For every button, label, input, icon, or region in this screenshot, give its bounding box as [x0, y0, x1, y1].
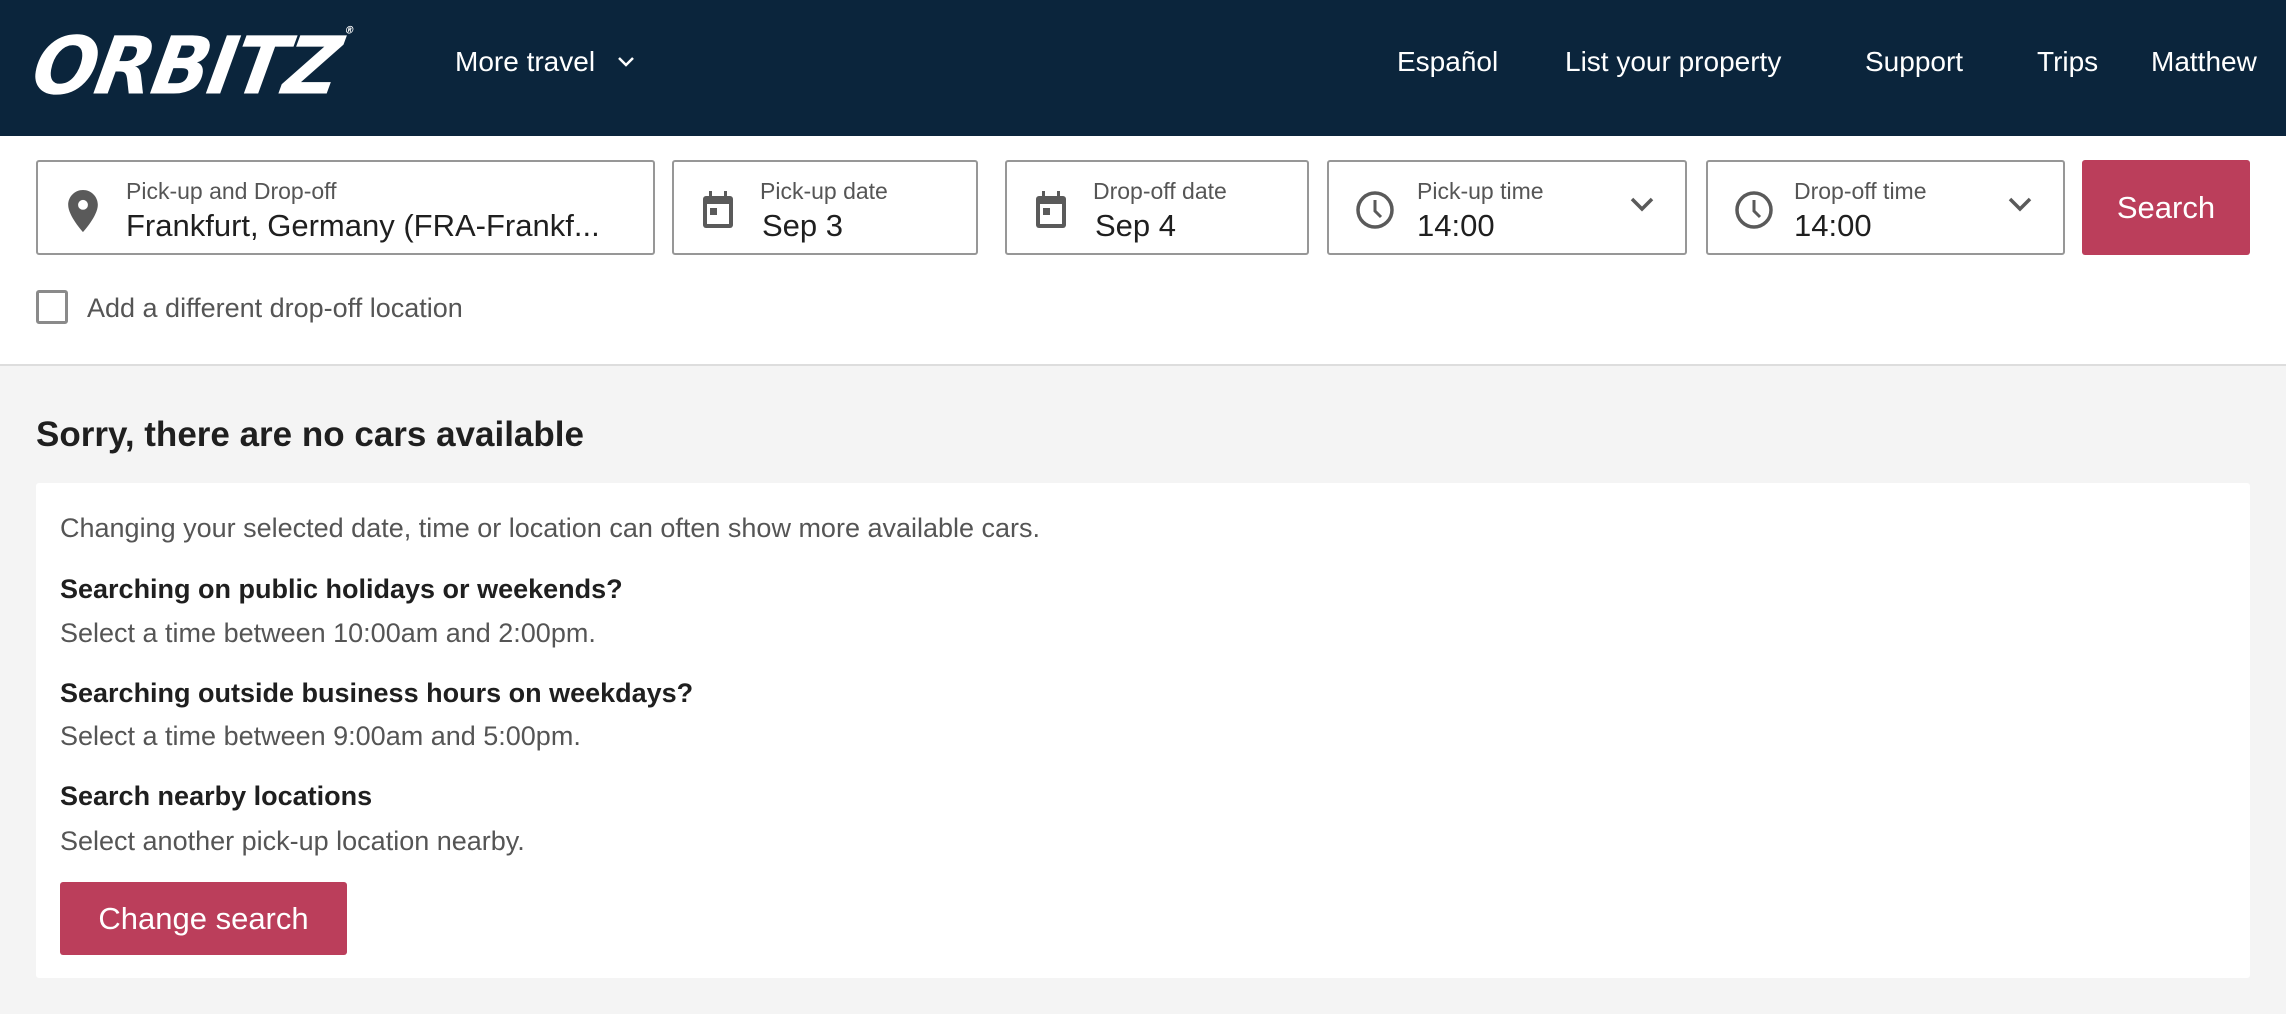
tip-heading: Search nearby locations: [60, 781, 373, 811]
pickup-date-label: Pick-up date: [760, 178, 888, 204]
chevron-down-icon: [2008, 197, 2032, 212]
dropoff-date-label: Drop-off date: [1093, 178, 1227, 204]
search-form: Pick-up and Drop-off Frankfurt, Germany …: [0, 136, 2286, 366]
tip-text: Select another pick-up location nearby.: [60, 826, 525, 856]
clock-icon: [1356, 191, 1394, 229]
no-results-title: Sorry, there are no cars available: [36, 415, 584, 454]
orbitz-logo[interactable]: ORBITZ®: [26, 19, 354, 112]
nav-list-property[interactable]: List your property: [1565, 46, 1781, 78]
top-nav: ORBITZ® More travel Español List your pr…: [0, 0, 2286, 136]
pickup-time-label: Pick-up time: [1417, 178, 1544, 204]
chevron-down-icon: [618, 57, 634, 67]
location-label: Pick-up and Drop-off: [126, 178, 337, 204]
nav-trips[interactable]: Trips: [2037, 46, 2098, 78]
nav-espanol[interactable]: Español: [1397, 46, 1498, 78]
search-button[interactable]: Search: [2082, 160, 2250, 255]
nav-account[interactable]: Matthew: [2151, 46, 2257, 78]
nav-support[interactable]: Support: [1865, 46, 1963, 78]
calendar-icon: [1036, 191, 1066, 228]
pickup-time-value: 14:00: [1417, 208, 1495, 243]
dropoff-date-value: Sep 4: [1095, 208, 1177, 243]
pickup-date-value: Sep 3: [762, 208, 844, 243]
no-results-card: Changing your selected date, time or loc…: [36, 483, 2250, 978]
map-pin-icon: [68, 190, 98, 232]
dropoff-time-label: Drop-off time: [1794, 178, 1927, 204]
more-travel-label: More travel: [455, 46, 596, 77]
location-field[interactable]: Pick-up and Drop-off Frankfurt, Germany …: [36, 160, 655, 255]
different-dropoff-checkbox[interactable]: [36, 290, 68, 324]
tip-heading: Searching on public holidays or weekends…: [60, 574, 623, 604]
change-search-button[interactable]: Change search: [60, 882, 347, 955]
pickup-date-field[interactable]: Pick-up date Sep 3: [672, 160, 978, 255]
pickup-time-select[interactable]: Pick-up time 14:00: [1327, 160, 1687, 255]
dropoff-time-select[interactable]: Drop-off time 14:00: [1706, 160, 2065, 255]
tip-heading: Searching outside business hours on week…: [60, 678, 694, 708]
intro-text: Changing your selected date, time or loc…: [60, 513, 1041, 543]
tip-text: Select a time between 9:00am and 5:00pm.: [60, 721, 581, 751]
dropoff-date-field[interactable]: Drop-off date Sep 4: [1005, 160, 1309, 255]
chevron-down-icon: [1630, 197, 1654, 212]
clock-icon: [1735, 191, 1773, 229]
tip-text: Select a time between 10:00am and 2:00pm…: [60, 618, 596, 648]
dropoff-time-value: 14:00: [1794, 208, 1872, 243]
location-value: Frankfurt, Germany (FRA-Frankf...: [126, 208, 600, 243]
more-travel-menu[interactable]: More travel: [455, 46, 635, 78]
calendar-icon: [703, 191, 733, 228]
different-dropoff-label[interactable]: Add a different drop-off location: [87, 293, 463, 324]
